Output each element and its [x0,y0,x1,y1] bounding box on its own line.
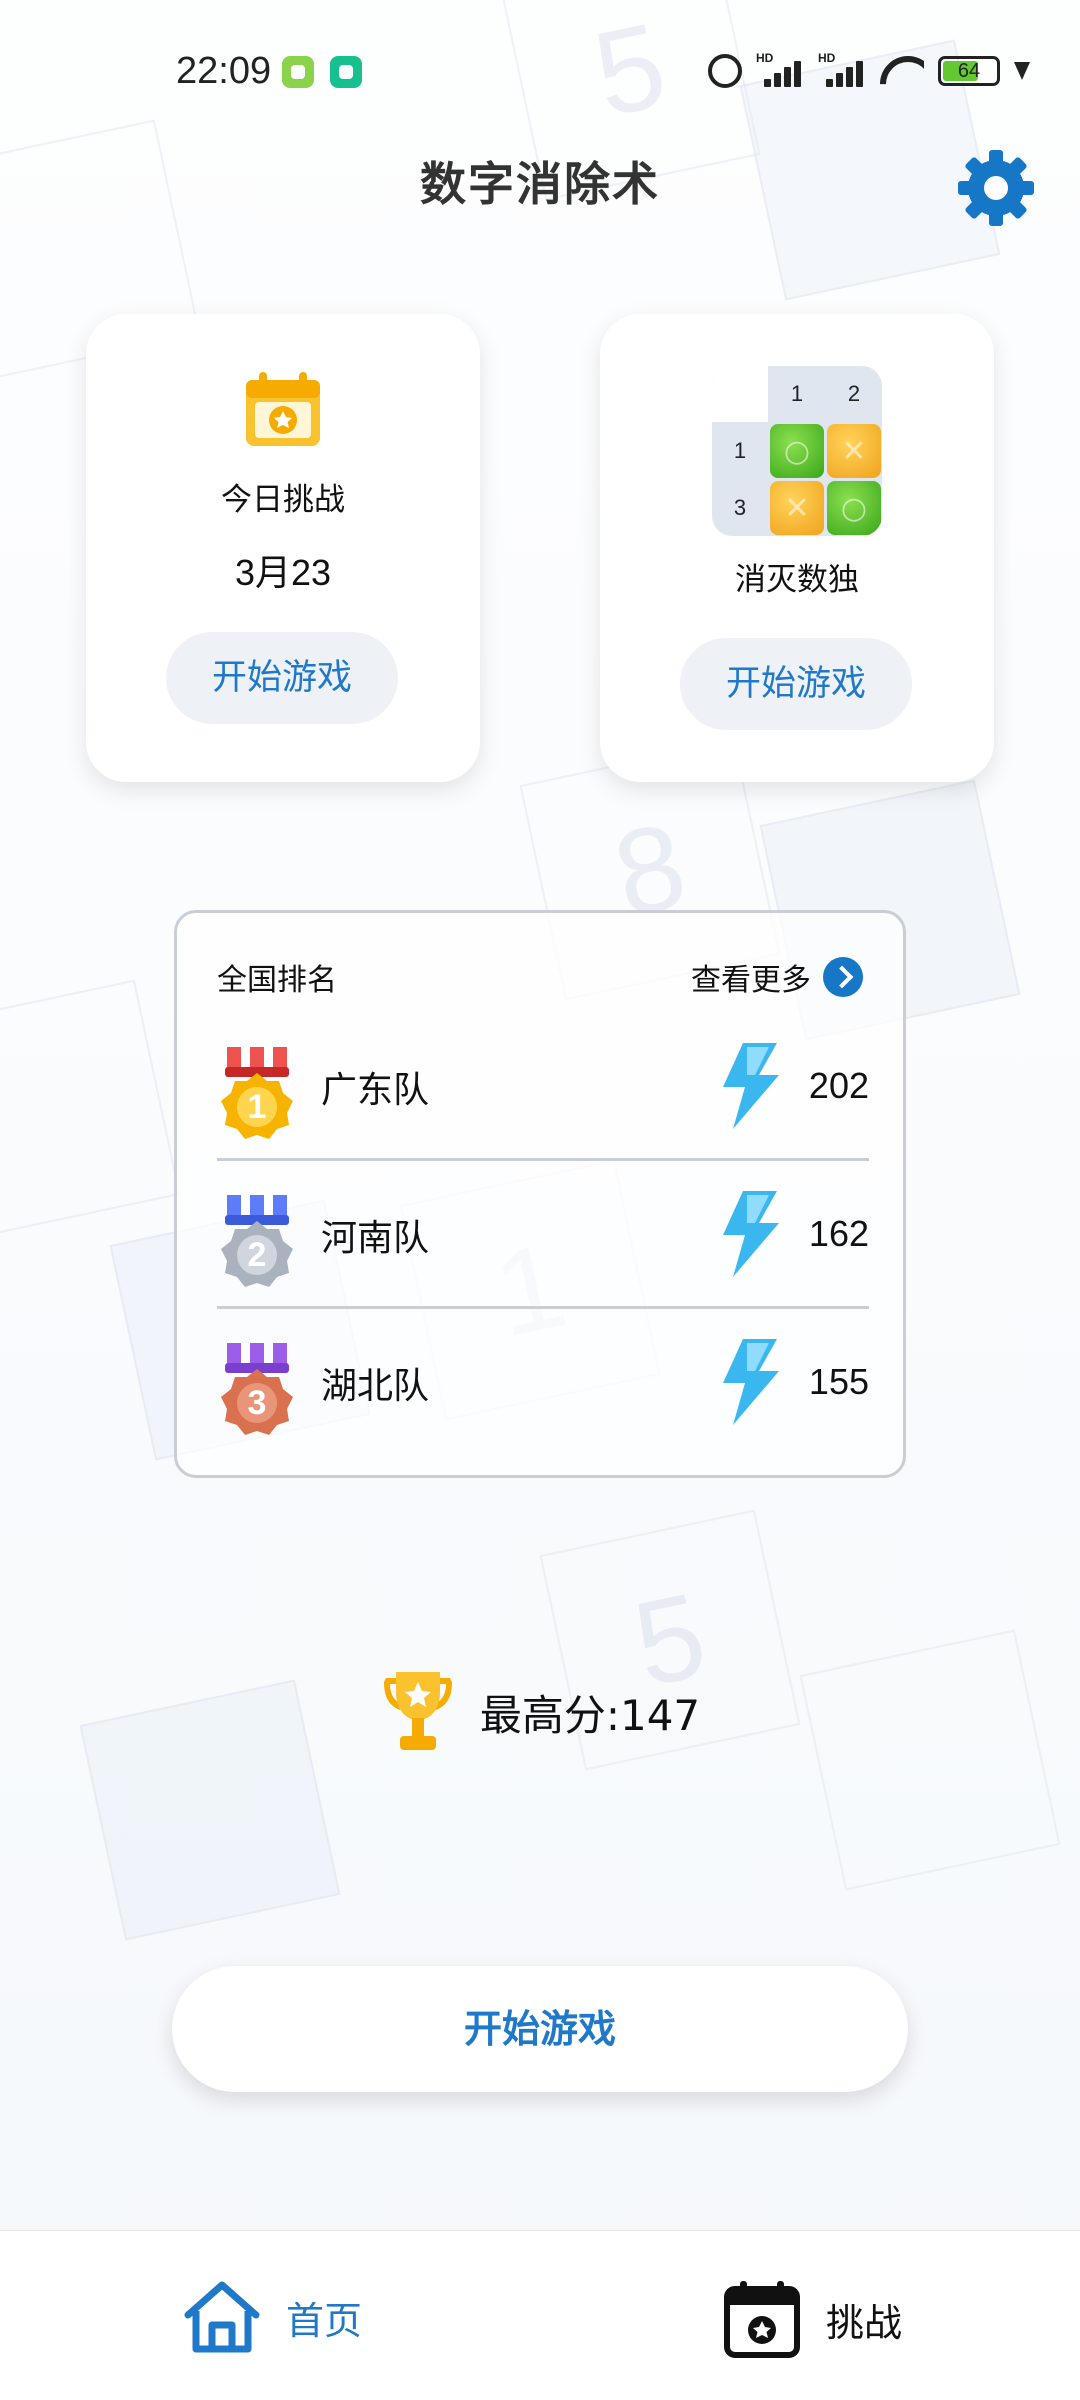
daily-challenge-label: 今日挑战 [221,482,345,518]
daily-challenge-card[interactable]: 今日挑战 3月23 开始游戏 [86,314,480,782]
signal-label: HD [818,51,836,65]
status-time: 22:09 [176,50,272,92]
wifi-icon [880,54,924,88]
daily-challenge-date: 3月23 [234,552,332,593]
page-title: 数字消除术 [420,157,660,211]
removed-tile: ✕ [770,481,824,535]
calendar-star-icon [246,372,320,446]
security-app-icon [330,56,362,88]
sudoku-mode-label: 消灭数独 [735,562,859,598]
bg-cell [0,979,181,1241]
app-notification-icon [282,56,314,88]
status-bar: 22:09 HD HD 64 [0,44,1080,104]
signal-icon: HD [818,51,866,87]
mini-sudoku-icon: 1 2 1 3 ○ ✕ ✕ ○ [712,366,882,536]
team-score: 162 [808,1213,869,1254]
view-more-label: 查看更多 [691,963,811,998]
battery-icon: 64 [938,56,1000,86]
removed-tile: ✕ [827,424,881,478]
team-score: 155 [808,1361,869,1402]
settings-button[interactable] [956,148,1036,228]
ranking-title: 全国排名 [217,963,337,998]
nav-challenge-label: 挑战 [826,2300,903,2345]
ranking-row: 2 河南队 162 [217,1161,869,1309]
sudoku-mode-card[interactable]: 1 2 1 3 ○ ✕ ✕ ○ 消灭数独 开始游戏 [600,314,994,782]
kept-tile: ○ [770,424,824,478]
home-icon [184,2281,260,2353]
battery-level: 64 [957,60,981,82]
start-game-button[interactable]: 开始游戏 [172,1966,908,2092]
medal-rank: 3 [248,1384,267,1422]
medal-rank: 1 [248,1088,267,1126]
lightning-icon [723,1339,779,1425]
view-more-link[interactable]: 查看更多 [691,955,863,999]
ranking-row: 3 湖北队 155 [217,1309,869,1457]
team-score: 202 [808,1065,869,1106]
medal-rank: 2 [248,1236,267,1274]
nav-home-tab[interactable]: 首页 [182,2279,362,2355]
gear-icon [958,150,1034,226]
signal-label: HD [756,51,774,65]
row-hint: 3 [733,495,747,520]
trophy-icon [383,1672,452,1750]
bg-cell [799,1629,1061,1891]
nav-challenge-tab[interactable]: 挑战 [722,2279,902,2359]
team-name: 湖北队 [321,1366,430,1407]
ranking-row: 1 广东队 202 [217,1013,869,1161]
sudoku-start-button[interactable]: 开始游戏 [680,638,912,730]
column-hint: 1 [790,381,804,406]
daily-start-button[interactable]: 开始游戏 [166,632,398,724]
national-ranking-panel: 全国排名 查看更多 1 广东队 202 2 河南队 162 3 湖北队 155 [174,910,906,1478]
chevron-right-icon [823,957,863,997]
nav-home-label: 首页 [286,2298,363,2343]
best-score: 最高分:147 [0,1670,1080,1754]
column-hint: 2 [847,381,861,406]
row-hint: 1 [733,438,747,463]
kept-tile: ○ [827,481,881,535]
team-name: 广东队 [321,1070,430,1111]
signal-icon: HD [756,51,804,87]
bottom-navigation: 首页 挑战 [0,2230,1080,2400]
lightning-icon [723,1043,779,1129]
calendar-star-icon [724,2281,800,2358]
best-score-text: 最高分:147 [479,1690,701,1740]
alarm-icon [708,54,742,88]
team-name: 河南队 [321,1218,430,1259]
charging-icon [1014,62,1030,80]
status-indicators: HD HD 64 [708,51,1030,88]
lightning-icon [723,1191,779,1277]
